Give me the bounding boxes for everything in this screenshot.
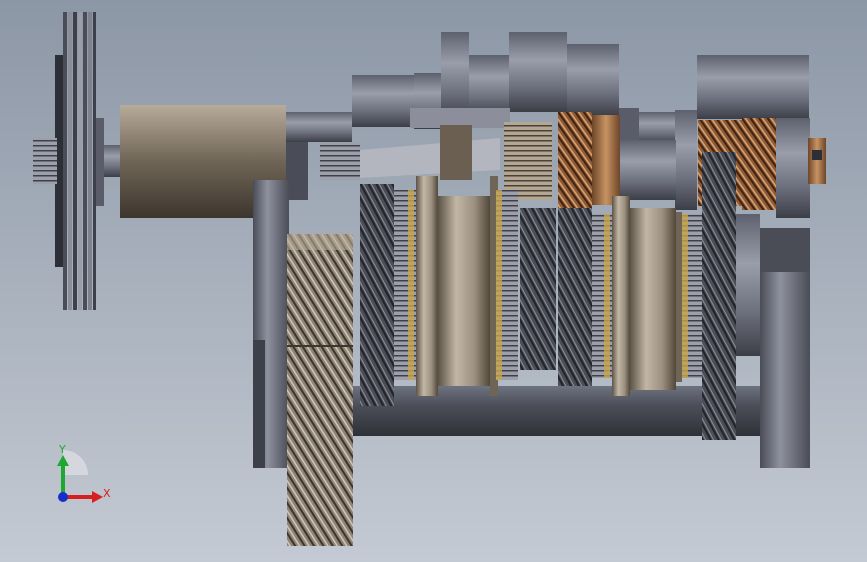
- large-gear-rim: [287, 234, 353, 250]
- synchro-hub-1[interactable]: [394, 176, 518, 396]
- main-shaft-sleeve: [440, 125, 472, 180]
- rear-plate-cap: [760, 228, 810, 272]
- helical-gear-2[interactable]: [520, 208, 556, 370]
- front-plate-edge: [253, 340, 265, 468]
- output-shaft-end[interactable]: [808, 138, 826, 184]
- upper-bronze-gear-right[interactable]: [742, 118, 776, 210]
- upper-bronze-gear-left[interactable]: [558, 112, 592, 208]
- bronze-bushing: [592, 115, 620, 205]
- helical-gear-1[interactable]: [360, 184, 394, 406]
- z-axis-dot: [58, 492, 68, 502]
- helical-gear-4[interactable]: [702, 152, 736, 440]
- mid-shaft-block: [620, 140, 676, 200]
- countershaft[interactable]: [340, 386, 760, 436]
- input-shaft-collar: [286, 112, 352, 142]
- upper-spur-gear[interactable]: [504, 122, 552, 200]
- input-bearing-left: [286, 142, 308, 200]
- synchro-hub-2[interactable]: [592, 196, 702, 396]
- input-pinion-gear[interactable]: [320, 142, 360, 180]
- output-bore-icon: [812, 150, 822, 160]
- 3d-viewport[interactable]: Y X: [0, 0, 867, 562]
- y-axis-label: Y: [58, 443, 66, 456]
- x-axis-label: X: [103, 487, 111, 500]
- helical-gear-3[interactable]: [558, 208, 592, 386]
- large-helical-gear[interactable]: [287, 234, 353, 546]
- gearbox-model-scene[interactable]: Y X: [0, 0, 867, 562]
- output-bearing-housing: [776, 118, 810, 218]
- rear-spacer: [736, 214, 760, 356]
